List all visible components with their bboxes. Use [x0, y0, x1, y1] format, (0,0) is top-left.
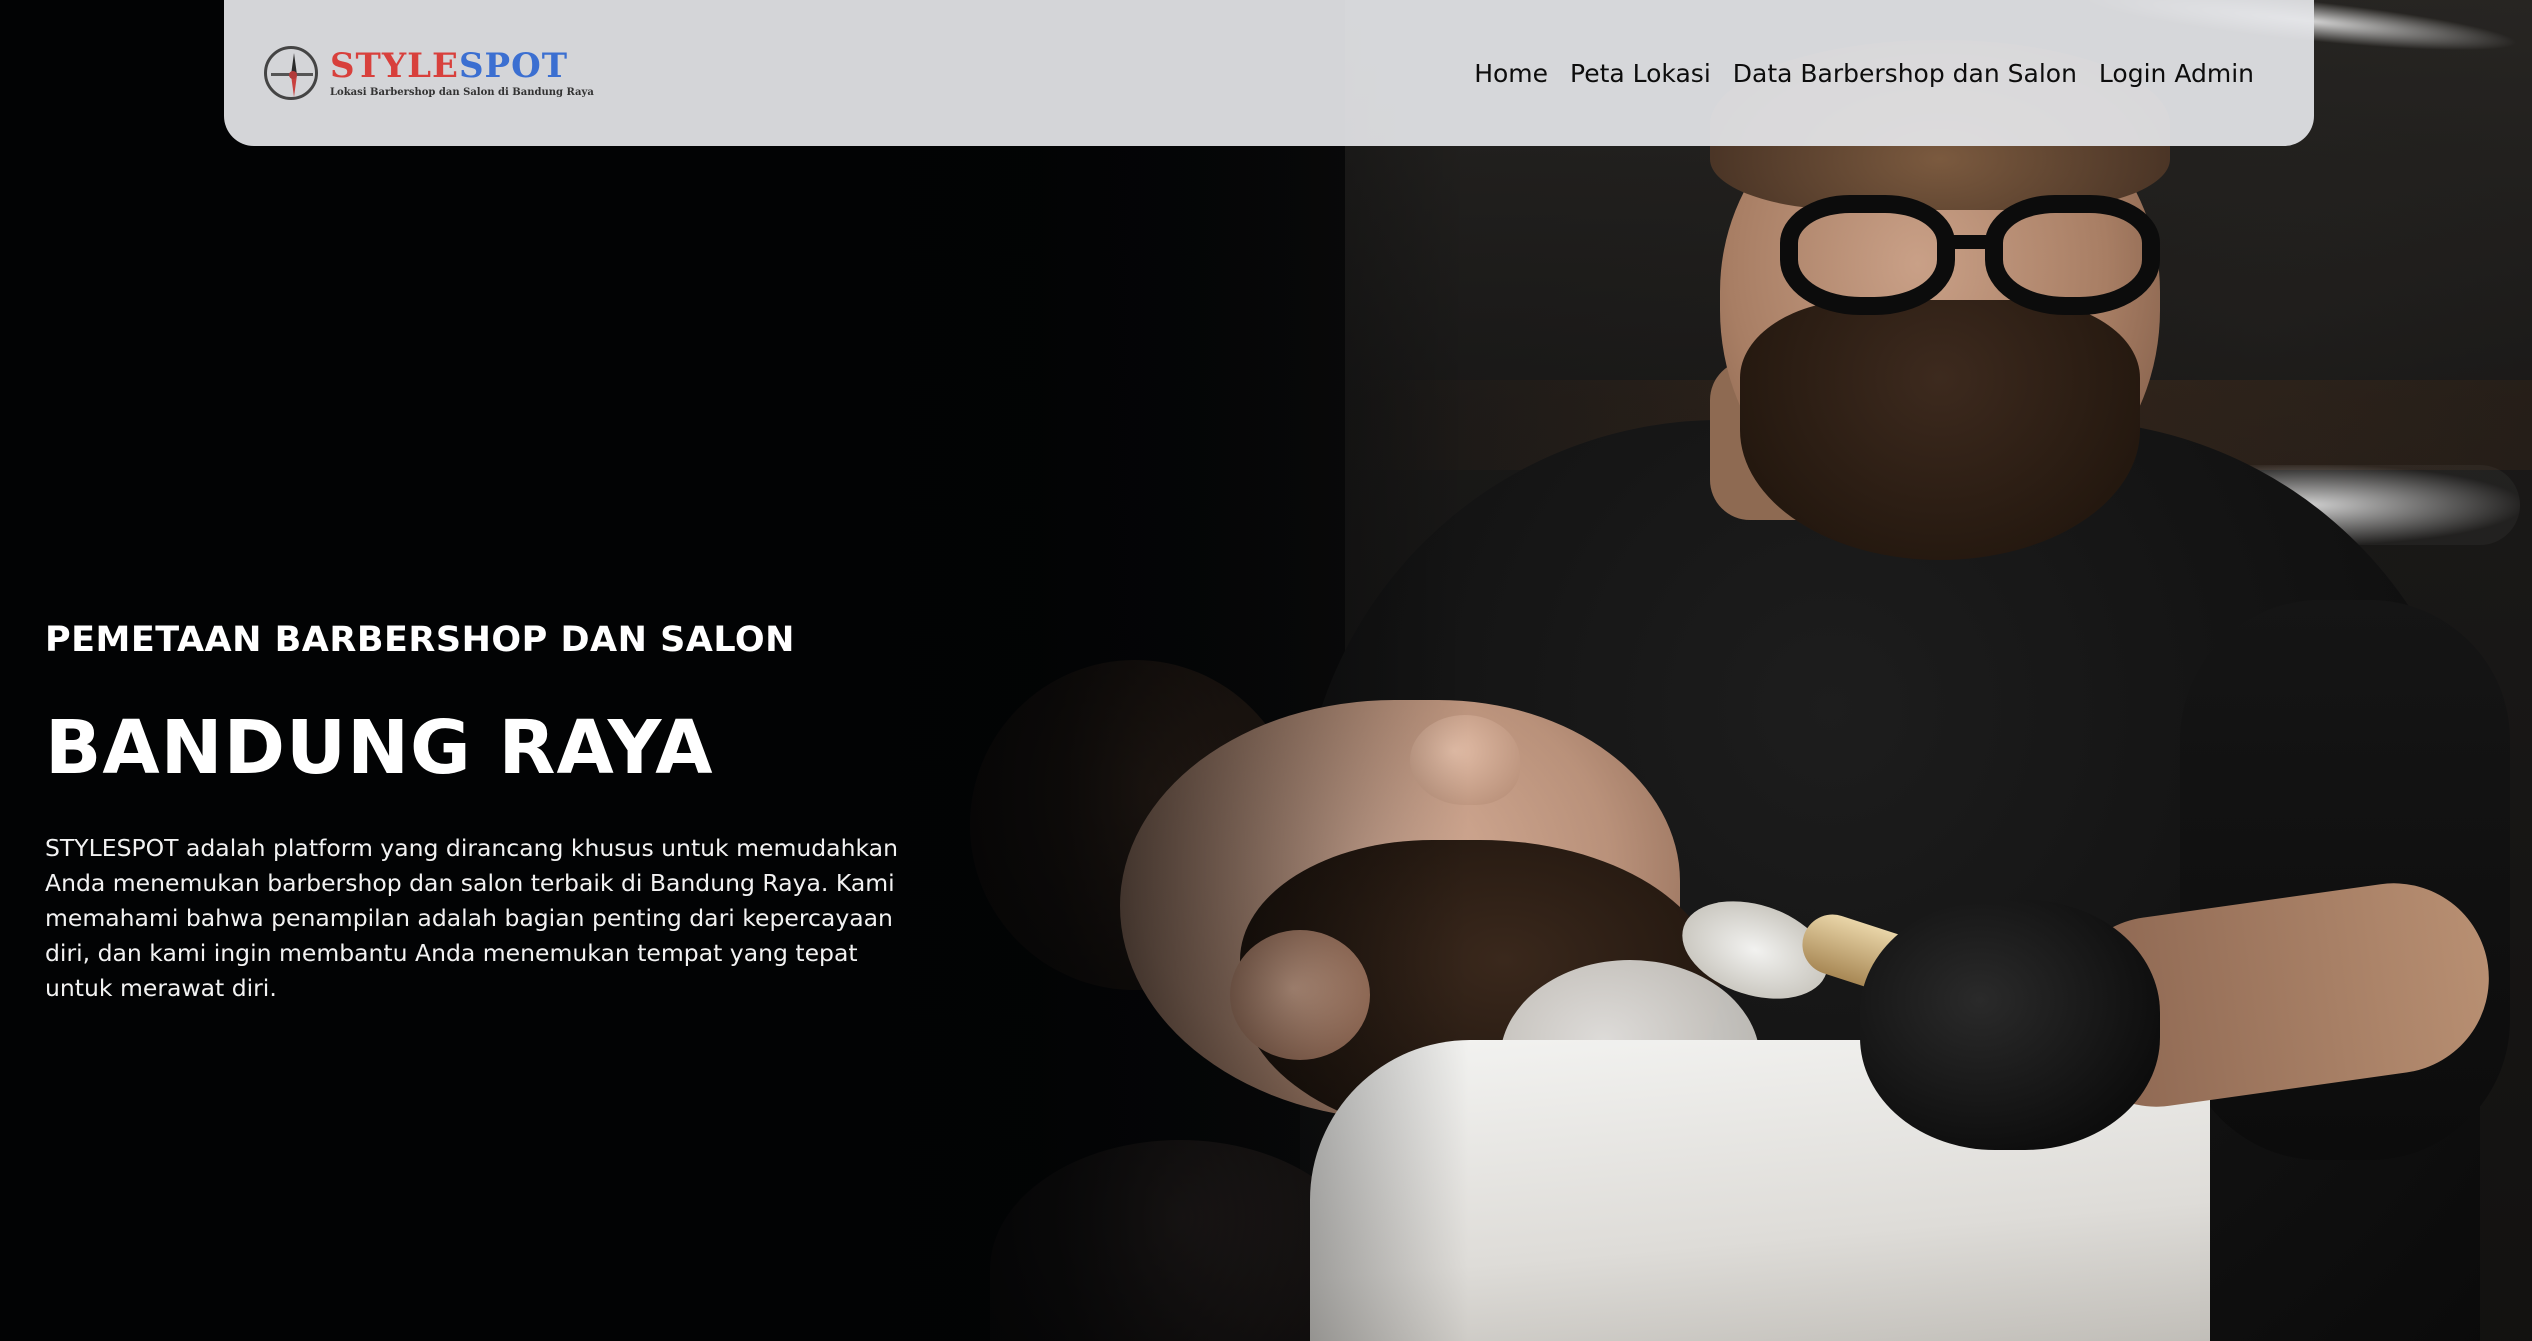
hero-kicker: PEMETAAN BARBERSHOP DAN SALON — [45, 620, 795, 660]
nav-links: Home Peta Lokasi Data Barbershop dan Sal… — [1474, 59, 2254, 88]
nav-peta-lokasi[interactable]: Peta Lokasi — [1570, 59, 1711, 88]
top-navbar: STYLESPOT Lokasi Barbershop dan Salon di… — [224, 0, 2314, 146]
brand-logo-link[interactable]: STYLESPOT Lokasi Barbershop dan Salon di… — [264, 46, 594, 100]
brand-name: STYLESPOT — [330, 49, 594, 83]
hero-title: BANDUNG RAYA — [45, 705, 714, 791]
landing-page: STYLESPOT Lokasi Barbershop dan Salon di… — [0, 0, 2532, 1341]
brand-text: STYLESPOT Lokasi Barbershop dan Salon di… — [330, 49, 594, 98]
hero-content: PEMETAAN BARBERSHOP DAN SALON BANDUNG RA… — [45, 620, 925, 1006]
nav-home[interactable]: Home — [1474, 59, 1548, 88]
compass-center — [289, 71, 297, 79]
brand-name-style: STYLE — [330, 45, 459, 86]
nav-login-admin[interactable]: Login Admin — [2099, 59, 2254, 88]
brand-tagline: Lokasi Barbershop dan Salon di Bandung R… — [330, 86, 594, 98]
nav-data-barbershop-salon[interactable]: Data Barbershop dan Salon — [1733, 59, 2077, 88]
hero-description: STYLESPOT adalah platform yang dirancang… — [45, 834, 898, 1002]
compass-icon — [264, 46, 318, 100]
brand-name-spot: SPOT — [458, 45, 568, 86]
